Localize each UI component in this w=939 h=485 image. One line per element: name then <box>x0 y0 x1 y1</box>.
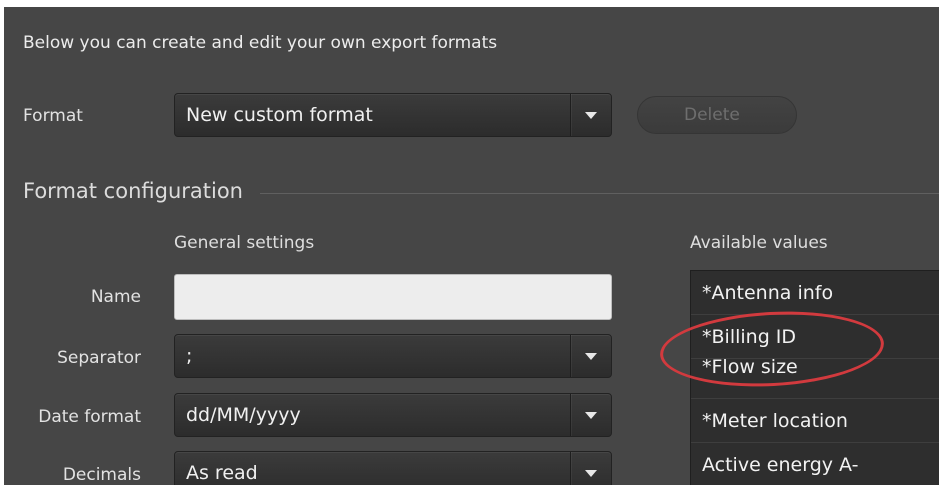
name-input[interactable] <box>174 274 612 320</box>
format-dropdown[interactable]: New custom format <box>174 93 612 137</box>
date-format-dropdown-toggle[interactable] <box>570 394 611 436</box>
intro-text: Below you can create and edit your own e… <box>23 33 498 53</box>
decimals-dropdown-toggle[interactable] <box>570 452 611 485</box>
chevron-down-icon <box>585 352 597 360</box>
list-item[interactable]: *Meter location <box>691 399 939 443</box>
decimals-label: Decimals <box>62 465 141 485</box>
decimals-dropdown-value: As read <box>186 462 258 484</box>
separator-dropdown[interactable]: ; <box>174 334 612 378</box>
format-configuration-title: Format configuration <box>23 179 243 203</box>
date-format-dropdown-value: dd/MM/yyyy <box>186 404 301 426</box>
export-format-panel: Below you can create and edit your own e… <box>4 7 939 485</box>
name-label: Name <box>90 287 141 307</box>
format-label: Format <box>23 106 83 126</box>
chevron-down-icon <box>585 111 597 119</box>
list-item-label: *Billing ID <box>702 325 797 348</box>
chevron-down-icon <box>585 411 597 419</box>
date-format-label: Date format <box>38 407 141 427</box>
section-divider <box>260 193 939 194</box>
list-item[interactable]: *Flow size <box>691 359 939 399</box>
list-item[interactable]: *Billing ID <box>691 315 939 359</box>
decimals-dropdown[interactable]: As read <box>174 451 612 485</box>
list-item-label: *Antenna info <box>702 281 834 304</box>
list-item-label: *Meter location <box>702 409 848 432</box>
available-values-list[interactable]: *Antenna info *Billing ID *Flow size *Me… <box>690 270 939 485</box>
list-item[interactable]: Active energy A- <box>691 443 939 485</box>
delete-button[interactable]: Delete <box>637 96 797 134</box>
list-item[interactable]: *Antenna info <box>691 271 939 315</box>
date-format-dropdown[interactable]: dd/MM/yyyy <box>174 393 612 437</box>
format-dropdown-value: New custom format <box>186 104 373 126</box>
chevron-down-icon <box>585 469 597 477</box>
list-item-label: Active energy A- <box>702 453 859 476</box>
delete-button-label: Delete <box>684 105 740 125</box>
list-item-label: *Flow size <box>702 359 798 378</box>
available-values-header: Available values <box>690 233 828 253</box>
separator-label: Separator <box>57 348 141 368</box>
separator-dropdown-value: ; <box>186 345 193 367</box>
separator-dropdown-toggle[interactable] <box>570 335 611 377</box>
general-settings-header: General settings <box>174 233 315 253</box>
format-dropdown-toggle[interactable] <box>570 94 611 136</box>
